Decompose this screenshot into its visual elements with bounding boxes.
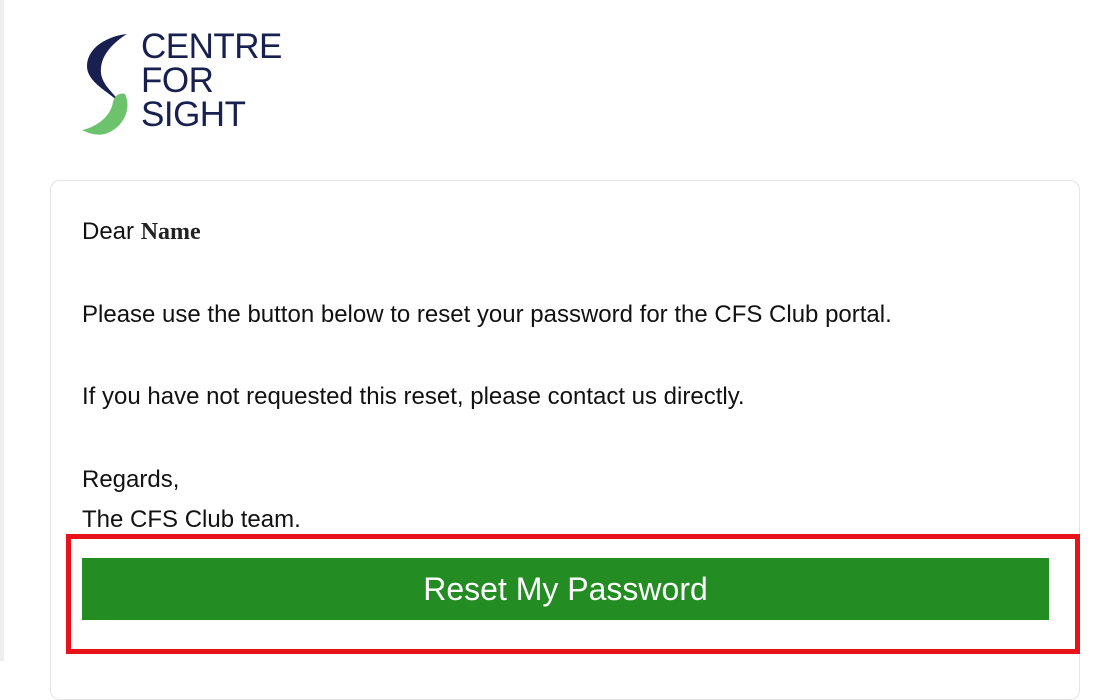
logo-wordmark: CENTRE FOR SIGHT bbox=[141, 27, 282, 134]
regards-text: Regards, bbox=[82, 466, 180, 493]
greeting: Dear Name bbox=[82, 218, 201, 246]
centre-for-sight-logo: CENTRE FOR SIGHT bbox=[80, 27, 300, 140]
centre-for-sight-s-mark-icon bbox=[82, 34, 128, 135]
greeting-prefix: Dear bbox=[82, 218, 141, 245]
reset-instruction-text: Please use the button below to reset you… bbox=[82, 301, 892, 328]
logo-line-sight: SIGHT bbox=[141, 95, 246, 134]
logo-line-for: FOR bbox=[141, 61, 214, 100]
reset-password-button[interactable]: Reset My Password bbox=[82, 558, 1049, 620]
logo-line-centre: CENTRE bbox=[141, 27, 282, 66]
recipient-name: Name bbox=[140, 219, 201, 245]
left-edge-divider bbox=[0, 0, 4, 661]
not-requested-text: If you have not requested this reset, pl… bbox=[82, 383, 745, 410]
signature-text: The CFS Club team. bbox=[82, 506, 301, 533]
